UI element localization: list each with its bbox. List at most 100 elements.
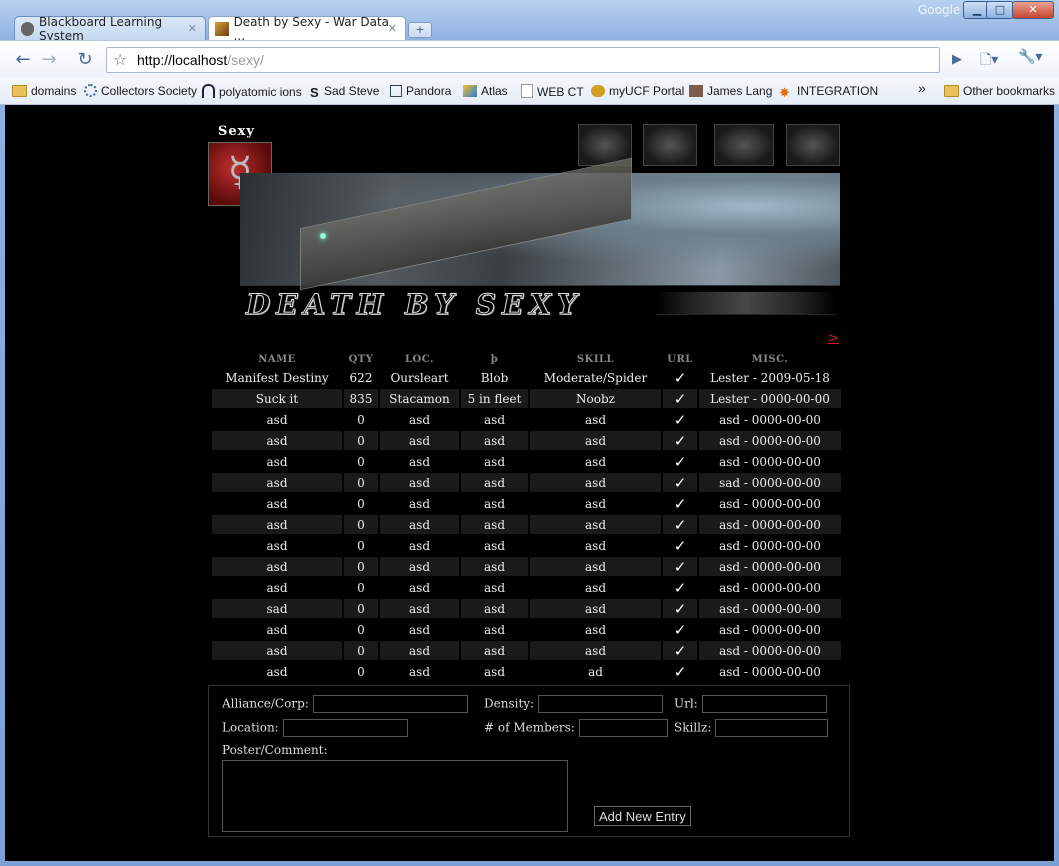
bookmark-polyatomic-ions[interactable]: polyatomic ions bbox=[202, 84, 302, 99]
skillz-input[interactable] bbox=[715, 719, 829, 737]
back-button[interactable]: ← bbox=[10, 47, 36, 73]
go-arrow-icon[interactable]: ▶ bbox=[946, 47, 968, 73]
cell-loc: asd bbox=[409, 454, 430, 469]
cell-loc: asd bbox=[409, 622, 430, 637]
url-check-icon[interactable]: ✓ bbox=[663, 641, 697, 660]
col-header-url[interactable]: URL bbox=[663, 352, 697, 366]
table-row: sad 0 asd asd asd ✓ asd - 0000-00-00 bbox=[212, 599, 841, 618]
location-label: Location: bbox=[222, 720, 279, 735]
bookmark-collectors-society[interactable]: Collectors Society bbox=[84, 84, 197, 98]
cell-skill: asd bbox=[585, 538, 606, 553]
bookmark-pandora[interactable]: Pandora bbox=[390, 84, 451, 98]
url-text[interactable]: http://localhost/sexy/ bbox=[137, 52, 264, 68]
ship-thumbnail-3[interactable] bbox=[714, 124, 774, 166]
ship-thumbnail-4[interactable] bbox=[786, 124, 840, 166]
cell-skill: asd bbox=[530, 515, 661, 534]
tab-blackboard[interactable]: Blackboard Learning System ✕ bbox=[14, 15, 206, 43]
bookmark-web-ct[interactable]: WEB CT bbox=[521, 84, 584, 99]
cell-name: asd bbox=[266, 622, 288, 637]
url-check-icon[interactable]: ✓ bbox=[663, 368, 697, 387]
cell-misc: asd - 0000-00-00 bbox=[699, 599, 841, 618]
density-input[interactable] bbox=[537, 695, 663, 713]
maximize-button[interactable]: □ bbox=[986, 1, 1014, 19]
tab-death-by-sexy[interactable]: Death by Sexy - War Data ... ✕ bbox=[208, 15, 406, 43]
comment-textarea[interactable] bbox=[222, 760, 568, 832]
cell-density: asd bbox=[461, 473, 528, 492]
col-header-name[interactable]: NAME bbox=[212, 352, 342, 366]
url-check-icon[interactable]: ✓ bbox=[663, 578, 697, 597]
cell-density: asd bbox=[484, 412, 505, 427]
members-input[interactable] bbox=[578, 719, 668, 737]
new-tab-button[interactable]: + bbox=[408, 22, 432, 38]
cell-density: 5 in fleet bbox=[461, 389, 528, 408]
table-row: asd 0 asd asd asd ✓ sad - 0000-00-00 bbox=[212, 473, 841, 492]
url-check-icon[interactable]: ✓ bbox=[663, 431, 697, 450]
site-favicon-icon bbox=[215, 22, 229, 36]
bookmarks-bar: domains Collectors Society polyatomic io… bbox=[0, 78, 1059, 105]
bookmark-domains[interactable]: domains bbox=[12, 84, 76, 98]
tab-close-icon[interactable]: ✕ bbox=[188, 22, 197, 35]
location-input[interactable] bbox=[282, 719, 408, 737]
wrench-menu-icon[interactable]: 🔧▾ bbox=[1018, 49, 1042, 65]
cell-misc: Lester - 0000-00-00 bbox=[699, 389, 841, 408]
table-row: Manifest Destiny 622 Oursleart Blob Moderate… bbox=[212, 368, 841, 387]
bookmark-integration[interactable]: ✸ INTEGRATION bbox=[779, 84, 878, 99]
bookmark-label: polyatomic ions bbox=[219, 85, 302, 99]
address-bar[interactable]: ☆ http://localhost/sexy/ bbox=[106, 47, 940, 73]
url-check-icon[interactable]: ✓ bbox=[663, 473, 697, 492]
war-data-table: NAME QTY LOC. þ SKILL URL MISC. Manifest… bbox=[210, 350, 843, 683]
close-window-button[interactable]: ✕ bbox=[1012, 1, 1054, 19]
url-input[interactable] bbox=[701, 695, 827, 713]
cell-name: asd bbox=[266, 496, 288, 511]
cell-density: asd bbox=[484, 580, 505, 595]
cell-loc: asd bbox=[380, 557, 459, 576]
bookmark-sad-steve[interactable]: S Sad Steve bbox=[310, 84, 379, 100]
tab-strip: Blackboard Learning System ✕ Death by Se… bbox=[0, 0, 1059, 43]
cell-qty: 0 bbox=[357, 622, 365, 637]
bookmark-star-icon[interactable]: ☆ bbox=[113, 50, 127, 69]
cell-loc: asd bbox=[380, 641, 459, 660]
url-check-icon[interactable]: ✓ bbox=[663, 536, 697, 555]
url-check-icon[interactable]: ✓ bbox=[663, 515, 697, 534]
bookmark-atlas[interactable]: Atlas bbox=[463, 84, 508, 98]
url-check-icon[interactable]: ✓ bbox=[663, 599, 697, 618]
cell-qty: 0 bbox=[344, 515, 378, 534]
browser-window: Blackboard Learning System ✕ Death by Se… bbox=[0, 0, 1059, 866]
bookmark-myucf-portal[interactable]: myUCF Portal bbox=[591, 84, 684, 98]
cell-skill: asd bbox=[530, 599, 661, 618]
url-check-icon[interactable]: ✓ bbox=[663, 389, 697, 408]
col-header-density[interactable]: þ bbox=[461, 352, 528, 366]
url-check-icon[interactable]: ✓ bbox=[663, 452, 697, 471]
col-header-loc[interactable]: LOC. bbox=[380, 352, 459, 366]
url-check-icon[interactable]: ✓ bbox=[663, 494, 697, 513]
cell-qty: 0 bbox=[344, 473, 378, 492]
url-check-icon[interactable]: ✓ bbox=[663, 662, 697, 681]
page-menu-icon[interactable]: 🗋▾ bbox=[980, 49, 998, 73]
cell-loc: asd bbox=[409, 664, 430, 679]
table-row: asd 0 asd asd asd ✓ asd - 0000-00-00 bbox=[212, 431, 841, 450]
cell-qty: 0 bbox=[357, 454, 365, 469]
other-bookmarks[interactable]: Other bookmarks bbox=[944, 84, 1055, 98]
col-header-qty[interactable]: QTY bbox=[344, 352, 378, 366]
url-check-icon[interactable]: ✓ bbox=[663, 410, 697, 429]
url-check-icon[interactable]: ✓ bbox=[663, 557, 697, 576]
add-new-entry-button[interactable]: Add New Entry bbox=[594, 806, 691, 826]
url-check-icon[interactable]: ✓ bbox=[663, 620, 697, 639]
next-page-link[interactable]: > bbox=[828, 331, 839, 346]
bookmark-james-lang[interactable]: James Lang bbox=[689, 84, 772, 98]
bookmarks-overflow-button[interactable]: » bbox=[918, 80, 926, 96]
alliance-input[interactable] bbox=[312, 695, 468, 713]
cell-qty: 0 bbox=[357, 580, 365, 595]
forward-button[interactable]: → bbox=[36, 47, 62, 73]
col-header-misc[interactable]: MISC. bbox=[699, 352, 841, 366]
url-label: Url: bbox=[674, 696, 698, 711]
col-header-skill[interactable]: SKILL bbox=[530, 352, 661, 366]
tab-close-icon[interactable]: ✕ bbox=[388, 22, 397, 35]
ship-thumbnail-2[interactable] bbox=[643, 124, 697, 166]
table-row: asd 0 asd asd ad ✓ asd - 0000-00-00 bbox=[212, 662, 841, 681]
reload-button[interactable]: ↻ bbox=[72, 47, 98, 73]
density-field-group: Density: bbox=[484, 695, 663, 713]
cell-misc: asd - 0000-00-00 bbox=[699, 557, 841, 576]
table-row: asd 0 asd asd asd ✓ asd - 0000-00-00 bbox=[212, 620, 841, 639]
cell-misc: sad - 0000-00-00 bbox=[699, 473, 841, 492]
